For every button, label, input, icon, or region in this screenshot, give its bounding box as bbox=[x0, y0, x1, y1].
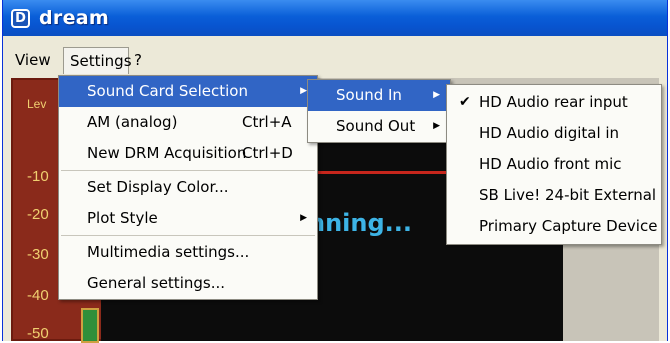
menu-item-general-settings[interactable]: General settings... bbox=[59, 268, 317, 299]
window-title: dream bbox=[39, 7, 109, 29]
menu-item-hd-audio-digital-in[interactable]: HD Audio digital in bbox=[447, 118, 661, 149]
menu-bar: View Settings ? bbox=[3, 47, 667, 75]
menu-shortcut: Ctrl+D bbox=[242, 144, 293, 162]
menu-item-plot-style[interactable]: Plot Style ▶ bbox=[59, 203, 317, 234]
meter-label: -10 bbox=[27, 168, 49, 185]
menu-item-multimedia-settings[interactable]: Multimedia settings... bbox=[59, 237, 317, 268]
menu-item-sb-live-24bit-external[interactable]: SB Live! 24-bit External bbox=[447, 180, 661, 211]
checkmark-icon: ✔ bbox=[459, 94, 471, 110]
submenu-arrow-icon: ▶ bbox=[300, 213, 307, 223]
menu-shortcut: Ctrl+A bbox=[242, 113, 292, 131]
meter-label: -50 bbox=[27, 325, 49, 342]
menu-separator bbox=[61, 235, 315, 236]
menu-item-set-display-color[interactable]: Set Display Color... bbox=[59, 172, 317, 203]
menu-item-sound-out[interactable]: Sound Out ▶ bbox=[308, 111, 450, 142]
menu-item-hd-audio-front-mic[interactable]: HD Audio front mic bbox=[447, 149, 661, 180]
menu-item-new-drm-acquisition[interactable]: New DRM Acquisition Ctrl+D bbox=[59, 138, 317, 169]
menu-item-am-analog[interactable]: AM (analog) Ctrl+A bbox=[59, 107, 317, 138]
submenu-arrow-icon: ▶ bbox=[433, 121, 440, 131]
app-logo-icon[interactable]: D bbox=[11, 8, 30, 28]
menu-item-sound-in[interactable]: Sound In ▶ bbox=[308, 80, 450, 111]
menu-settings[interactable]: Settings bbox=[63, 47, 132, 74]
menu-item-hd-audio-rear-input[interactable]: ✔ HD Audio rear input bbox=[447, 87, 661, 118]
menu-item-primary-capture-device[interactable]: Primary Capture Device bbox=[447, 211, 661, 242]
meter-label: -40 bbox=[27, 287, 49, 304]
meter-label: -30 bbox=[27, 246, 49, 263]
menu-help[interactable]: ? bbox=[128, 47, 148, 74]
menu-view[interactable]: View bbox=[9, 47, 57, 74]
sound-card-submenu: Sound In ▶ Sound Out ▶ bbox=[307, 79, 451, 143]
submenu-arrow-icon: ▶ bbox=[300, 86, 307, 96]
menu-separator bbox=[61, 170, 315, 171]
title-bar[interactable]: D dream bbox=[3, 0, 667, 36]
meter-label: -20 bbox=[27, 206, 49, 223]
status-text: nning... bbox=[308, 209, 413, 237]
settings-menu: Sound Card Selection ▶ AM (analog) Ctrl+… bbox=[58, 75, 318, 300]
menu-item-sound-card-selection[interactable]: Sound Card Selection ▶ bbox=[59, 76, 317, 107]
sound-in-submenu: ✔ HD Audio rear input HD Audio digital i… bbox=[446, 84, 662, 245]
level-meter-bar bbox=[81, 308, 99, 343]
submenu-arrow-icon: ▶ bbox=[433, 90, 440, 100]
meter-label: Lev bbox=[27, 97, 47, 111]
